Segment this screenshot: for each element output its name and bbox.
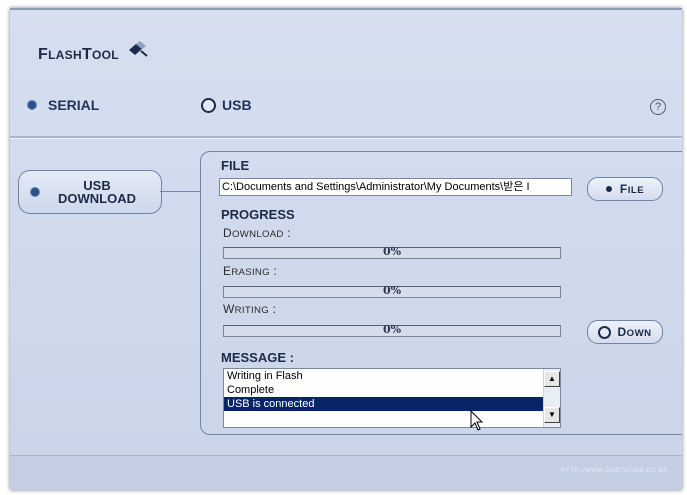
file-button-label: FILE — [619, 182, 645, 196]
mouse-cursor-icon — [470, 409, 484, 437]
message-item[interactable]: Writing in Flash — [224, 369, 560, 383]
radio-ring-icon — [598, 325, 612, 339]
tab-serial-label: SERIAL — [48, 97, 100, 113]
divider-highlight — [10, 138, 682, 139]
download-percent: 0% — [382, 245, 402, 258]
erasing-percent: 0% — [382, 284, 402, 297]
message-item[interactable]: Complete — [224, 383, 560, 397]
footer-bar: HTTP://WWW.DOSTATION.CO.KR — [10, 455, 682, 490]
logo-text: FLASHTOOL — [38, 46, 119, 63]
usb-download-button[interactable]: USB DOWNLOAD — [18, 170, 162, 214]
app-logo: FLASHTOOL — [38, 40, 149, 64]
file-path-field[interactable]: C:\Documents and Settings\Administrator\… — [219, 178, 572, 196]
writing-progress-bar: 0% — [223, 323, 561, 337]
down-button-label: DOWN — [617, 325, 652, 339]
message-scrollbar[interactable]: ▲ ▼ — [543, 369, 560, 427]
connector-line — [160, 191, 200, 192]
mode-tabs: SERIAL USB ? — [10, 97, 682, 127]
usb-download-label: USB DOWNLOAD — [39, 179, 161, 205]
scroll-down-icon[interactable]: ▼ — [544, 407, 560, 423]
flashtool-window: FLASHTOOL SERIAL USB ? USB DOWNLOAD FILE… — [10, 8, 682, 490]
erasing-progress-bar: 0% — [223, 284, 561, 298]
satellite-icon — [127, 40, 149, 63]
usb-download-line2: DOWNLOAD — [58, 191, 136, 206]
progress-section-title: PROGRESS — [221, 207, 295, 222]
tab-usb[interactable]: USB — [201, 97, 252, 113]
writing-label: WRITING : — [223, 302, 277, 316]
down-button[interactable]: DOWN — [587, 320, 663, 344]
download-panel: FILE C:\Documents and Settings\Administr… — [200, 151, 682, 435]
file-section-title: FILE — [221, 158, 250, 173]
download-label: DOWNLOAD : — [223, 226, 291, 240]
top-border — [10, 8, 682, 10]
message-list[interactable]: Writing in Flash Complete USB is connected… — [223, 368, 561, 428]
radio-selected-icon — [28, 101, 36, 109]
erasing-label: ERASING : — [223, 264, 278, 278]
message-section-title: MESSAGE : — [221, 350, 294, 365]
message-items: Writing in Flash Complete USB is connected — [224, 369, 560, 411]
tab-serial[interactable]: SERIAL — [28, 97, 99, 113]
file-button[interactable]: FILE — [587, 177, 663, 201]
writing-percent: 0% — [382, 323, 402, 336]
scroll-up-icon[interactable]: ▲ — [544, 371, 560, 387]
message-item[interactable]: USB is connected — [224, 397, 560, 411]
radio-unselected-icon — [201, 97, 216, 113]
tab-usb-label: USB — [222, 97, 252, 113]
bullet-icon — [605, 186, 612, 192]
download-progress-bar: 0% — [223, 245, 561, 259]
footer-url: HTTP://WWW.DOSTATION.CO.KR — [561, 468, 668, 474]
radio-selected-icon — [31, 188, 39, 196]
help-icon[interactable]: ? — [650, 99, 666, 115]
